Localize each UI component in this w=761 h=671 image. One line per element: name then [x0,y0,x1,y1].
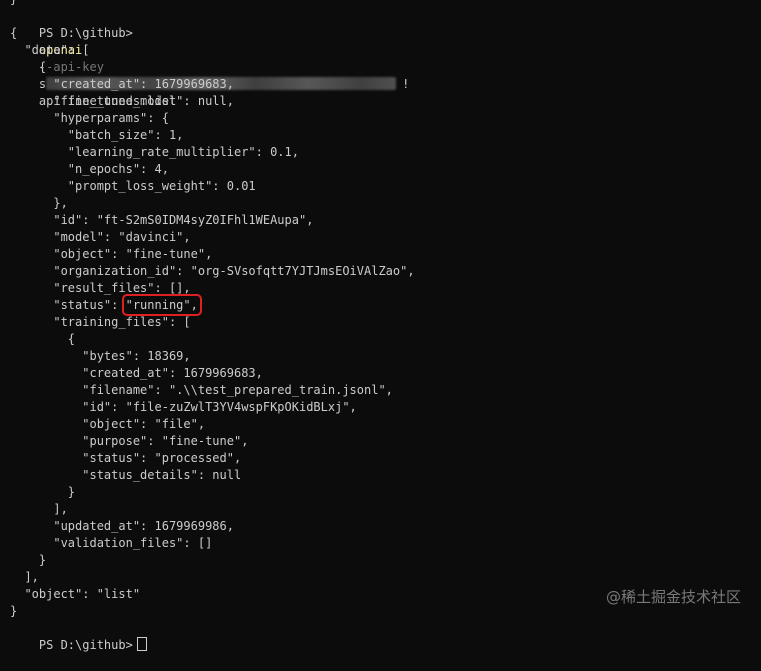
output-line-text: "object": "file", [10,417,206,431]
output-line-text: "id": "ft-S2mS0IDM4syZ0IFhl1WEAupa", [10,213,314,227]
output-line: "validation_files": [] [10,535,212,552]
output-line: "batch_size": 1, [10,127,184,144]
output-line: "status": "running", [10,294,202,316]
output-line: "id": "file-zuZwlT3YV4wspFKpOKidBLxj", [10,399,357,416]
output-line-text: { [10,60,47,74]
output-line-text: "status_details": null [10,468,242,482]
output-line-text: "organization_id": "org-SVsofqtt7YJTJmsE… [10,264,415,278]
output-line-text: } [10,604,18,618]
output-line: "model": "davinci", [10,229,191,246]
output-line-text: "filename": ".\\test_prepared_train.json… [10,383,393,397]
output-line: } [10,603,17,620]
cursor-block [136,637,147,651]
output-line-text: "batch_size": 1, [10,128,184,142]
output-line-text: "validation_files": [] [10,536,213,550]
status-value-highlighted: "running", [121,294,202,316]
output-line-text: "object": "fine-tune", [10,247,213,261]
output-line: { [10,331,75,348]
output-line: "filename": ".\\test_prepared_train.json… [10,382,393,399]
watermark: @稀土掘金技术社区 [605,588,741,606]
output-line: } [10,484,75,501]
output-line: ], [10,501,68,518]
output-line: "training_files": [ [10,314,191,331]
output-line: "id": "ft-S2mS0IDM4syZ0IFhl1WEAupa", [10,212,313,229]
command-line: PS D:\github> openai --api-key s! api fi… [10,8,409,108]
output-line-text: } [10,485,76,499]
output-line-text: "object": "list" [10,587,141,601]
output-line: "hyperparams": { [10,110,169,127]
shell-prompt: PS D:\github> [38,26,133,40]
output-line: "created_at": 1679969683, [10,76,234,93]
output-line-text: "learning_rate_multiplier": 0.1, [10,145,299,159]
api-key-end: ! [402,77,410,91]
output-line-text: "bytes": 18369, [10,349,191,363]
output-line-text: "n_epochs": 4, [10,162,169,176]
output-line: }, [10,195,68,212]
output-line: "data": [ [10,42,89,59]
output-line: { [10,25,17,42]
output-line-text: "prompt_loss_weight": 0.01 [10,179,256,193]
output-line: "organization_id": "org-SVsofqtt7YJTJmsE… [10,263,415,280]
output-line: "n_epochs": 4, [10,161,169,178]
output-line-text: "status": "processed", [10,451,242,465]
output-line: "status_details": null [10,467,241,484]
output-line: "result_files": [], [10,280,191,297]
output-line: "bytes": 18369, [10,348,191,365]
output-line-text: }, [10,196,68,210]
output-line-text: ], [10,570,39,584]
output-line-text: ], [10,502,68,516]
output-line: } [10,552,46,569]
output-line-text: "purpose": "fine-tune", [10,434,249,448]
output-line: "purpose": "fine-tune", [10,433,248,450]
output-line-text: "result_files": [], [10,281,191,295]
output-line-text: { [10,332,76,346]
output-line-text: "model": "davinci", [10,230,191,244]
output-line-text: "hyperparams": { [10,111,169,125]
output-line-text: "id": "file-zuZwlT3YV4wspFKpOKidBLxj", [10,400,357,414]
output-line-text: "created_at": 1679969683, [10,366,263,380]
bottom-prompt-line[interactable]: PS D:\github> [10,620,147,652]
output-line-text: "updated_at": 1679969986, [10,519,234,533]
shell-prompt-bottom: PS D:\github> [38,638,133,652]
output-line-text: "training_files": [ [10,315,191,329]
output-line-text: "status": [10,298,126,312]
output-line: "object": "fine-tune", [10,246,212,263]
output-line-text: "data": [ [10,43,90,57]
output-line: "object": "list" [10,586,140,603]
output-line: "updated_at": 1679969986, [10,518,234,535]
output-line: "status": "processed", [10,450,241,467]
output-line-text: { [10,26,18,40]
terminal-window[interactable]: } PS D:\github> openai --api-key s! api … [0,0,761,652]
output-line: "created_at": 1679969683, [10,365,263,382]
api-key-flag: --api-key [38,60,104,74]
output-line: "learning_rate_multiplier": 0.1, [10,144,299,161]
output-line: "prompt_loss_weight": 0.01 [10,178,256,195]
output-line: "fine_tuned_model": null, [10,93,234,110]
output-line: ], [10,569,39,586]
output-line-text: "created_at": 1679969683, [10,77,234,91]
output-line-text: } [10,553,47,567]
output-line: "object": "file", [10,416,205,433]
output-line: { [10,59,46,76]
output-line-text: "fine_tuned_model": null, [10,94,234,108]
previous-output-fragment: } [10,0,17,8]
